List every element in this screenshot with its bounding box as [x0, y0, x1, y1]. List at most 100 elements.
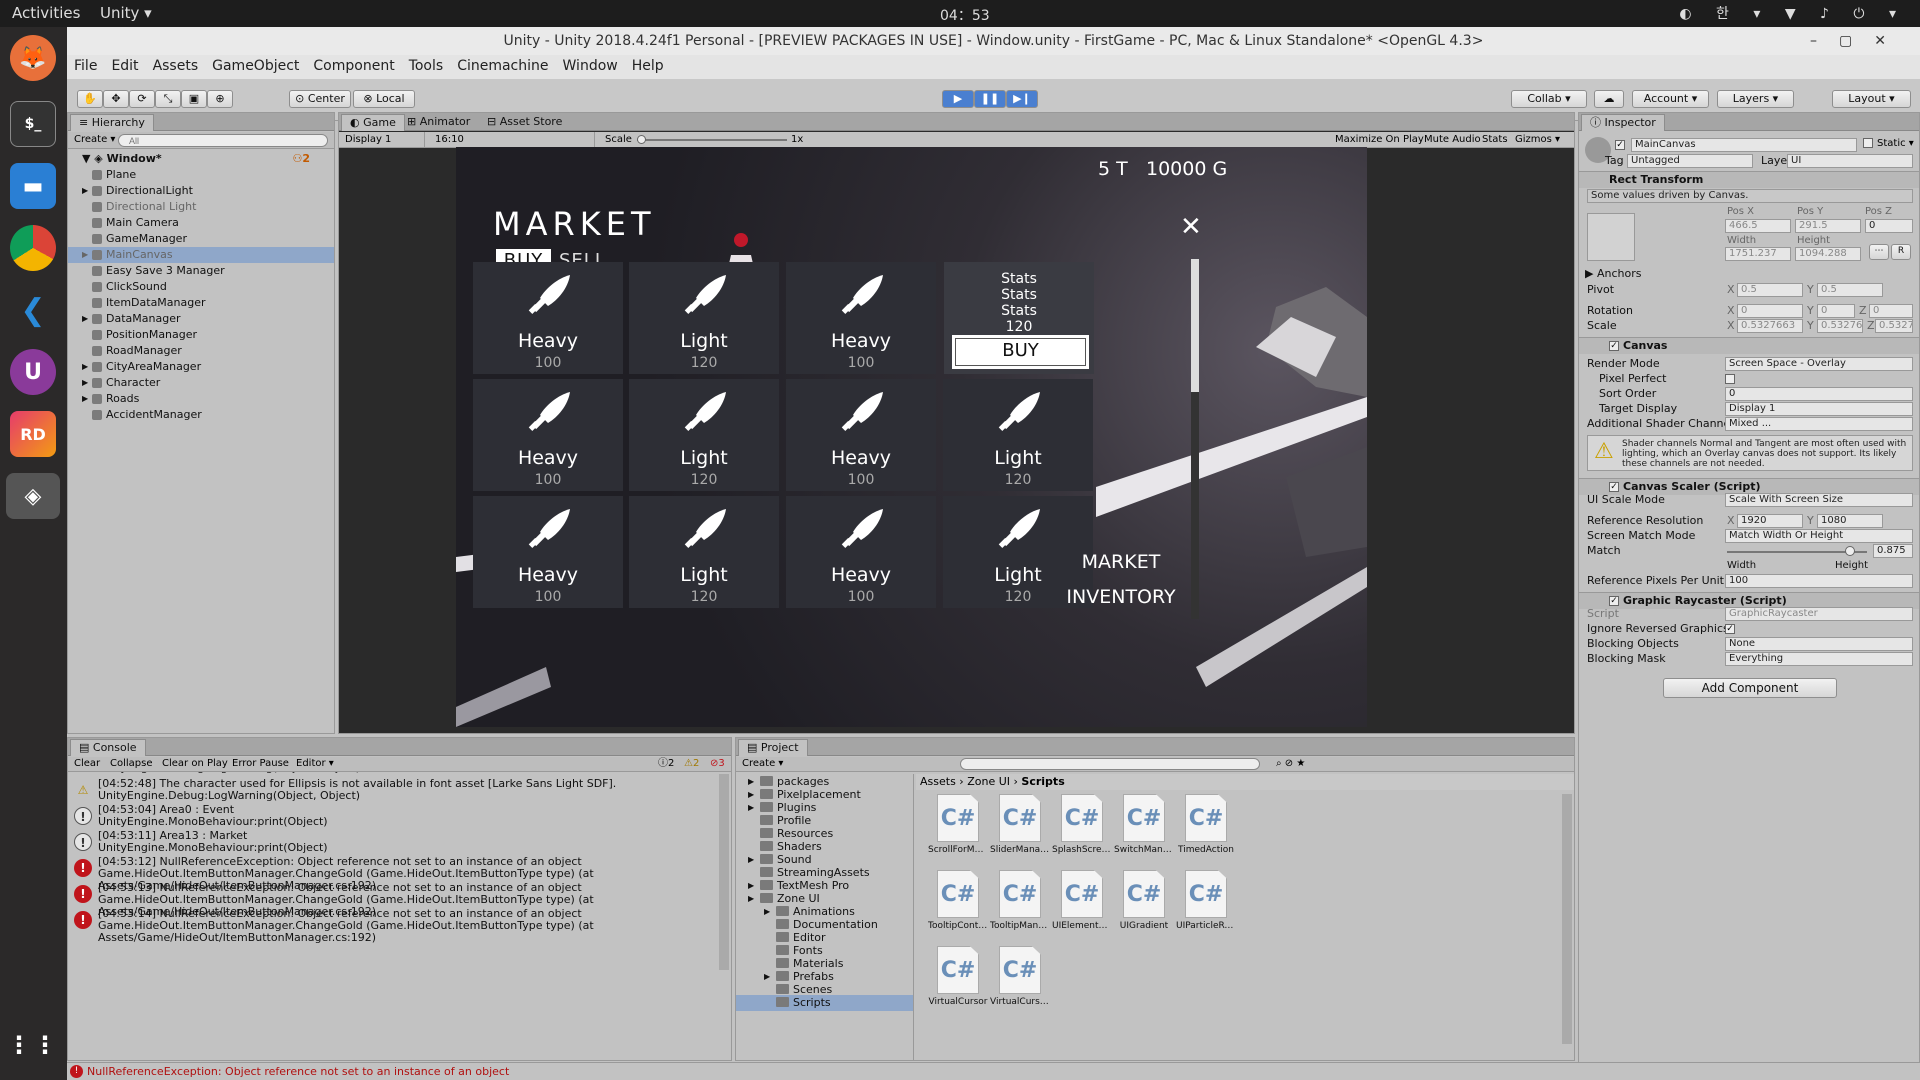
script-asset[interactable]: C# TimedAction [1176, 794, 1236, 864]
project-search-input[interactable] [960, 758, 1260, 770]
app-menu[interactable]: Unity ▾ [100, 4, 152, 22]
script-field[interactable]: GraphicRaycaster [1725, 607, 1913, 621]
hand-tool-icon[interactable]: ✋ [77, 90, 103, 108]
unity-icon[interactable]: ◈ [6, 473, 60, 519]
market-item-slot[interactable]: Light 120 [629, 262, 779, 374]
scale-z-field[interactable]: 0.5327663 [1875, 319, 1913, 333]
market-item-slot[interactable]: Light 120 [629, 379, 779, 491]
market-item-slot[interactable]: Heavy 100 [786, 496, 936, 608]
layers-dropdown[interactable]: Layers ▾ [1717, 90, 1794, 108]
menu-window[interactable]: Window [556, 55, 625, 74]
height-field[interactable]: 1094.288 [1795, 247, 1861, 261]
script-asset[interactable]: C# UIParticleRen... [1176, 870, 1236, 940]
display-dropdown[interactable]: Display 1 [345, 132, 425, 147]
files-icon[interactable]: ▬ [10, 163, 56, 209]
tab-game[interactable]: ◐ Game [341, 114, 405, 131]
console-log-entry[interactable]: ⚠ [04:52:48] The character used for Ellip… [68, 778, 717, 804]
script-asset[interactable]: C# SliderManager [990, 794, 1050, 864]
step-button[interactable]: ▶❙ [1006, 90, 1038, 108]
console-editor-dropdown[interactable]: Editor ▾ [296, 757, 334, 771]
console-scrollbar[interactable] [719, 774, 729, 970]
raw-edit-button[interactable]: R [1891, 244, 1911, 260]
pos-z-field[interactable]: 0 [1865, 219, 1913, 233]
account-dropdown[interactable]: Account ▾ [1632, 90, 1709, 108]
ui-scale-mode-dropdown[interactable]: Scale With Screen Size [1725, 493, 1913, 507]
console-collapse-button[interactable]: Collapse [110, 757, 153, 771]
hierarchy-item[interactable]: ItemDataManager [68, 295, 334, 311]
tab-console[interactable]: ▤ Console [70, 739, 146, 756]
market-item-slot[interactable]: Heavy 100 [786, 379, 936, 491]
menu-component[interactable]: Component [306, 55, 401, 74]
script-asset[interactable]: C# TooltipConte... [928, 870, 988, 940]
console-log-entry[interactable]: ! [04:53:11] Area13 : Market UnityEngine.M… [68, 830, 717, 856]
system-tray[interactable]: ◐ 한 ▾ ▼ ♪ ⏻ ▾ [1679, 3, 1906, 23]
layer-dropdown[interactable]: UI [1787, 154, 1913, 168]
gizmos-dropdown[interactable]: Gizmos ▾ [1515, 132, 1560, 147]
console-log-entry[interactable]: ! [04:53:04] Area0 : Event UnityEngine.Mon… [68, 804, 717, 830]
market-item-slot[interactable]: Heavy 100 [473, 379, 623, 491]
blueprint-mode-button[interactable]: ⋯ [1869, 244, 1889, 260]
menu-edit[interactable]: Edit [104, 55, 145, 74]
static-toggle[interactable]: Static ▾ [1863, 138, 1914, 149]
breadcrumb-zone-ui[interactable]: Zone UI [967, 775, 1010, 788]
umbrello-icon[interactable]: U [10, 349, 56, 395]
rot-z-field[interactable]: 0 [1869, 304, 1913, 318]
rider-icon[interactable]: RD [10, 411, 56, 457]
script-asset[interactable]: C# SwitchManag... [1114, 794, 1174, 864]
canvas-header[interactable]: ✓ Canvas [1579, 337, 1919, 354]
console-log-entry[interactable]: ! [04:53:12] NullReferenceException: Obje… [68, 856, 717, 892]
hierarchy-item[interactable]: Directional Light [68, 199, 334, 215]
hierarchy-item[interactable]: PositionManager [68, 327, 334, 343]
hierarchy-item[interactable]: ClickSound [68, 279, 334, 295]
console-clear-button[interactable]: Clear [74, 757, 100, 771]
tab-inspector[interactable]: ⓘ Inspector [1581, 114, 1665, 131]
hierarchy-item[interactable]: Plane [68, 167, 334, 183]
menu-file[interactable]: File [67, 55, 104, 74]
screen-match-mode-dropdown[interactable]: Match Width Or Height [1725, 529, 1913, 543]
game-viewport[interactable]: 5 T 10000 G MARKET BUY SELL ✕ Heavy 100 Li… [456, 147, 1367, 727]
pixel-perfect-checkbox[interactable] [1725, 374, 1735, 384]
tab-asset-store[interactable]: ⊟ Asset Store [479, 114, 570, 131]
side-market-button[interactable]: MARKET [1066, 551, 1176, 573]
shader-channel-dropdown[interactable]: Mixed ... [1725, 417, 1913, 431]
terminal-icon[interactable]: $_ [10, 101, 56, 147]
side-inventory-button[interactable]: INVENTORY [1066, 586, 1176, 608]
hierarchy-item[interactable]: ▶ DataManager [68, 311, 334, 327]
expand-arrow-icon[interactable]: ▶ [82, 391, 88, 407]
script-asset[interactable]: C# ScrollForMore [928, 794, 988, 864]
warning-count[interactable]: ⚠2 [684, 757, 699, 771]
ignore-reversed-checkbox[interactable]: ✓ [1725, 624, 1735, 634]
match-slider-handle[interactable] [1844, 546, 1855, 556]
expand-arrow-icon[interactable]: ▶ [82, 247, 88, 263]
hierarchy-item[interactable]: Easy Save 3 Manager [68, 263, 334, 279]
menu-gameobject[interactable]: GameObject [205, 55, 306, 74]
ref-res-x-field[interactable]: 1920 [1737, 514, 1803, 528]
breadcrumb-assets[interactable]: Assets [920, 775, 956, 788]
market-item-slot[interactable]: Light 120 [629, 496, 779, 608]
market-close-icon[interactable]: ✕ [1180, 212, 1202, 242]
blocking-objects-dropdown[interactable]: None [1725, 637, 1913, 651]
app-grid-icon[interactable]: ⋮⋮ [7, 1022, 57, 1068]
status-message[interactable]: NullReferenceException: Object reference… [87, 1065, 509, 1078]
script-asset[interactable]: C# SplashScree... [1052, 794, 1112, 864]
pivot-y-field[interactable]: 0.5 [1817, 283, 1883, 297]
tab-hierarchy[interactable]: ≡ Hierarchy [70, 114, 154, 131]
vscode-icon[interactable]: ❮ [10, 287, 56, 333]
expand-arrow-icon[interactable]: ▶ [82, 183, 88, 199]
scale-tool-icon[interactable]: ⤡ [155, 90, 181, 108]
anchors-foldout[interactable]: ▶ Anchors [1585, 267, 1641, 281]
script-asset[interactable]: C# TooltipMana... [990, 870, 1050, 940]
scale-x-field[interactable]: 0.5327663 [1737, 319, 1803, 333]
hierarchy-item[interactable]: ▶ DirectionalLight [68, 183, 334, 199]
market-scrollbar-thumb[interactable] [1191, 259, 1199, 393]
script-asset[interactable]: C# UIGradient [1114, 870, 1174, 940]
hierarchy-item[interactable]: GameManager [68, 231, 334, 247]
activities-button[interactable]: Activities [12, 4, 80, 22]
error-count[interactable]: ⊘3 [710, 757, 725, 771]
scale-slider-handle[interactable] [637, 135, 646, 144]
expand-arrow-icon[interactable]: ▶ [82, 375, 88, 391]
rot-x-field[interactable]: 0 [1737, 304, 1803, 318]
clock[interactable]: 04：53 [940, 5, 990, 25]
ref-ppu-field[interactable]: 100 [1725, 574, 1913, 588]
hierarchy-item[interactable]: Main Camera [68, 215, 334, 231]
